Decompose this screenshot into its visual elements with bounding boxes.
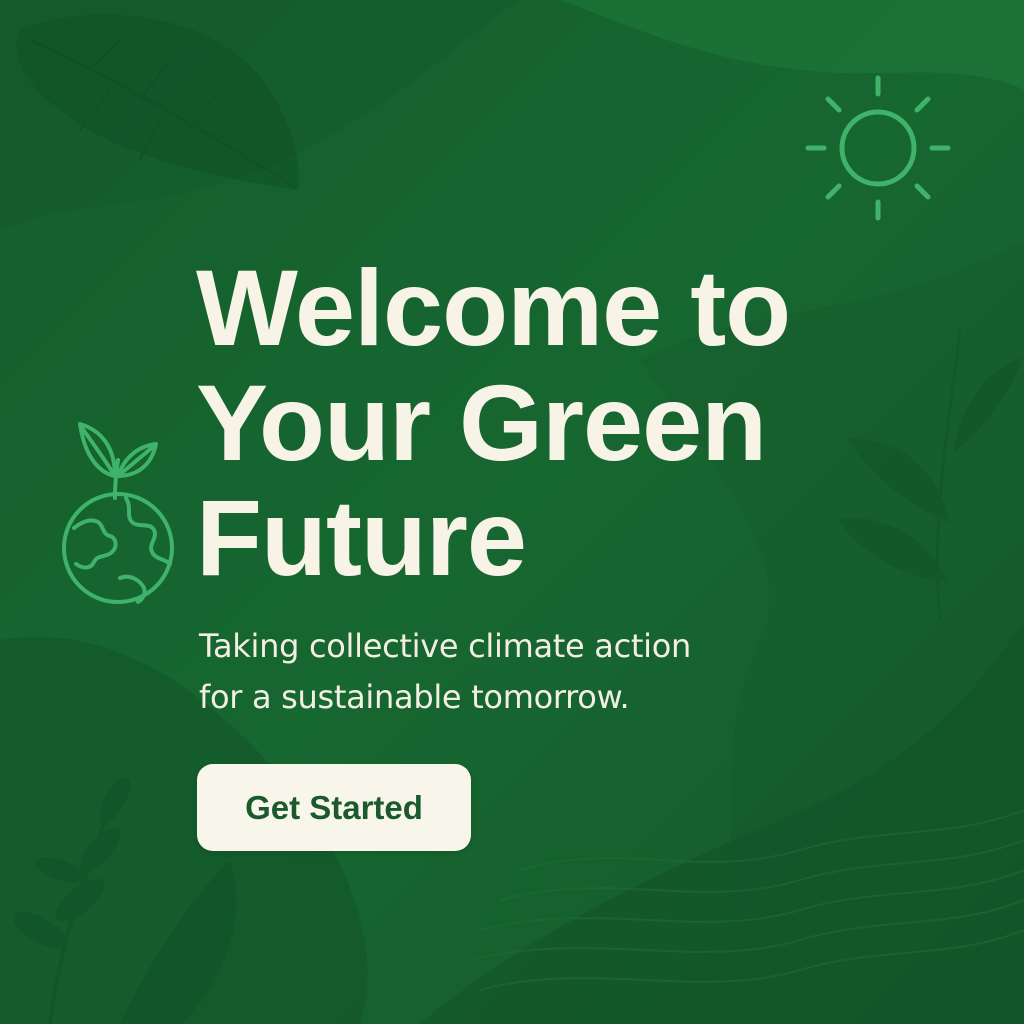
hero-subtitle-line: for a sustainable tomorrow. [199,678,630,716]
hero-title-line: Your Green [196,362,767,483]
welcome-screen: Welcome to Your Green Future Taking coll… [0,0,1024,1024]
hero-subtitle: Taking collective climate action for a s… [199,621,819,723]
sprouting-earth-icon [60,418,176,612]
hero-title: Welcome to Your Green Future [196,250,896,595]
get-started-button[interactable]: Get Started [197,764,471,851]
hero-subtitle-line: Taking collective climate action [199,627,691,665]
hero-title-line: Future [196,477,527,598]
sun-icon [805,75,951,221]
hero-title-line: Welcome to [196,247,791,368]
